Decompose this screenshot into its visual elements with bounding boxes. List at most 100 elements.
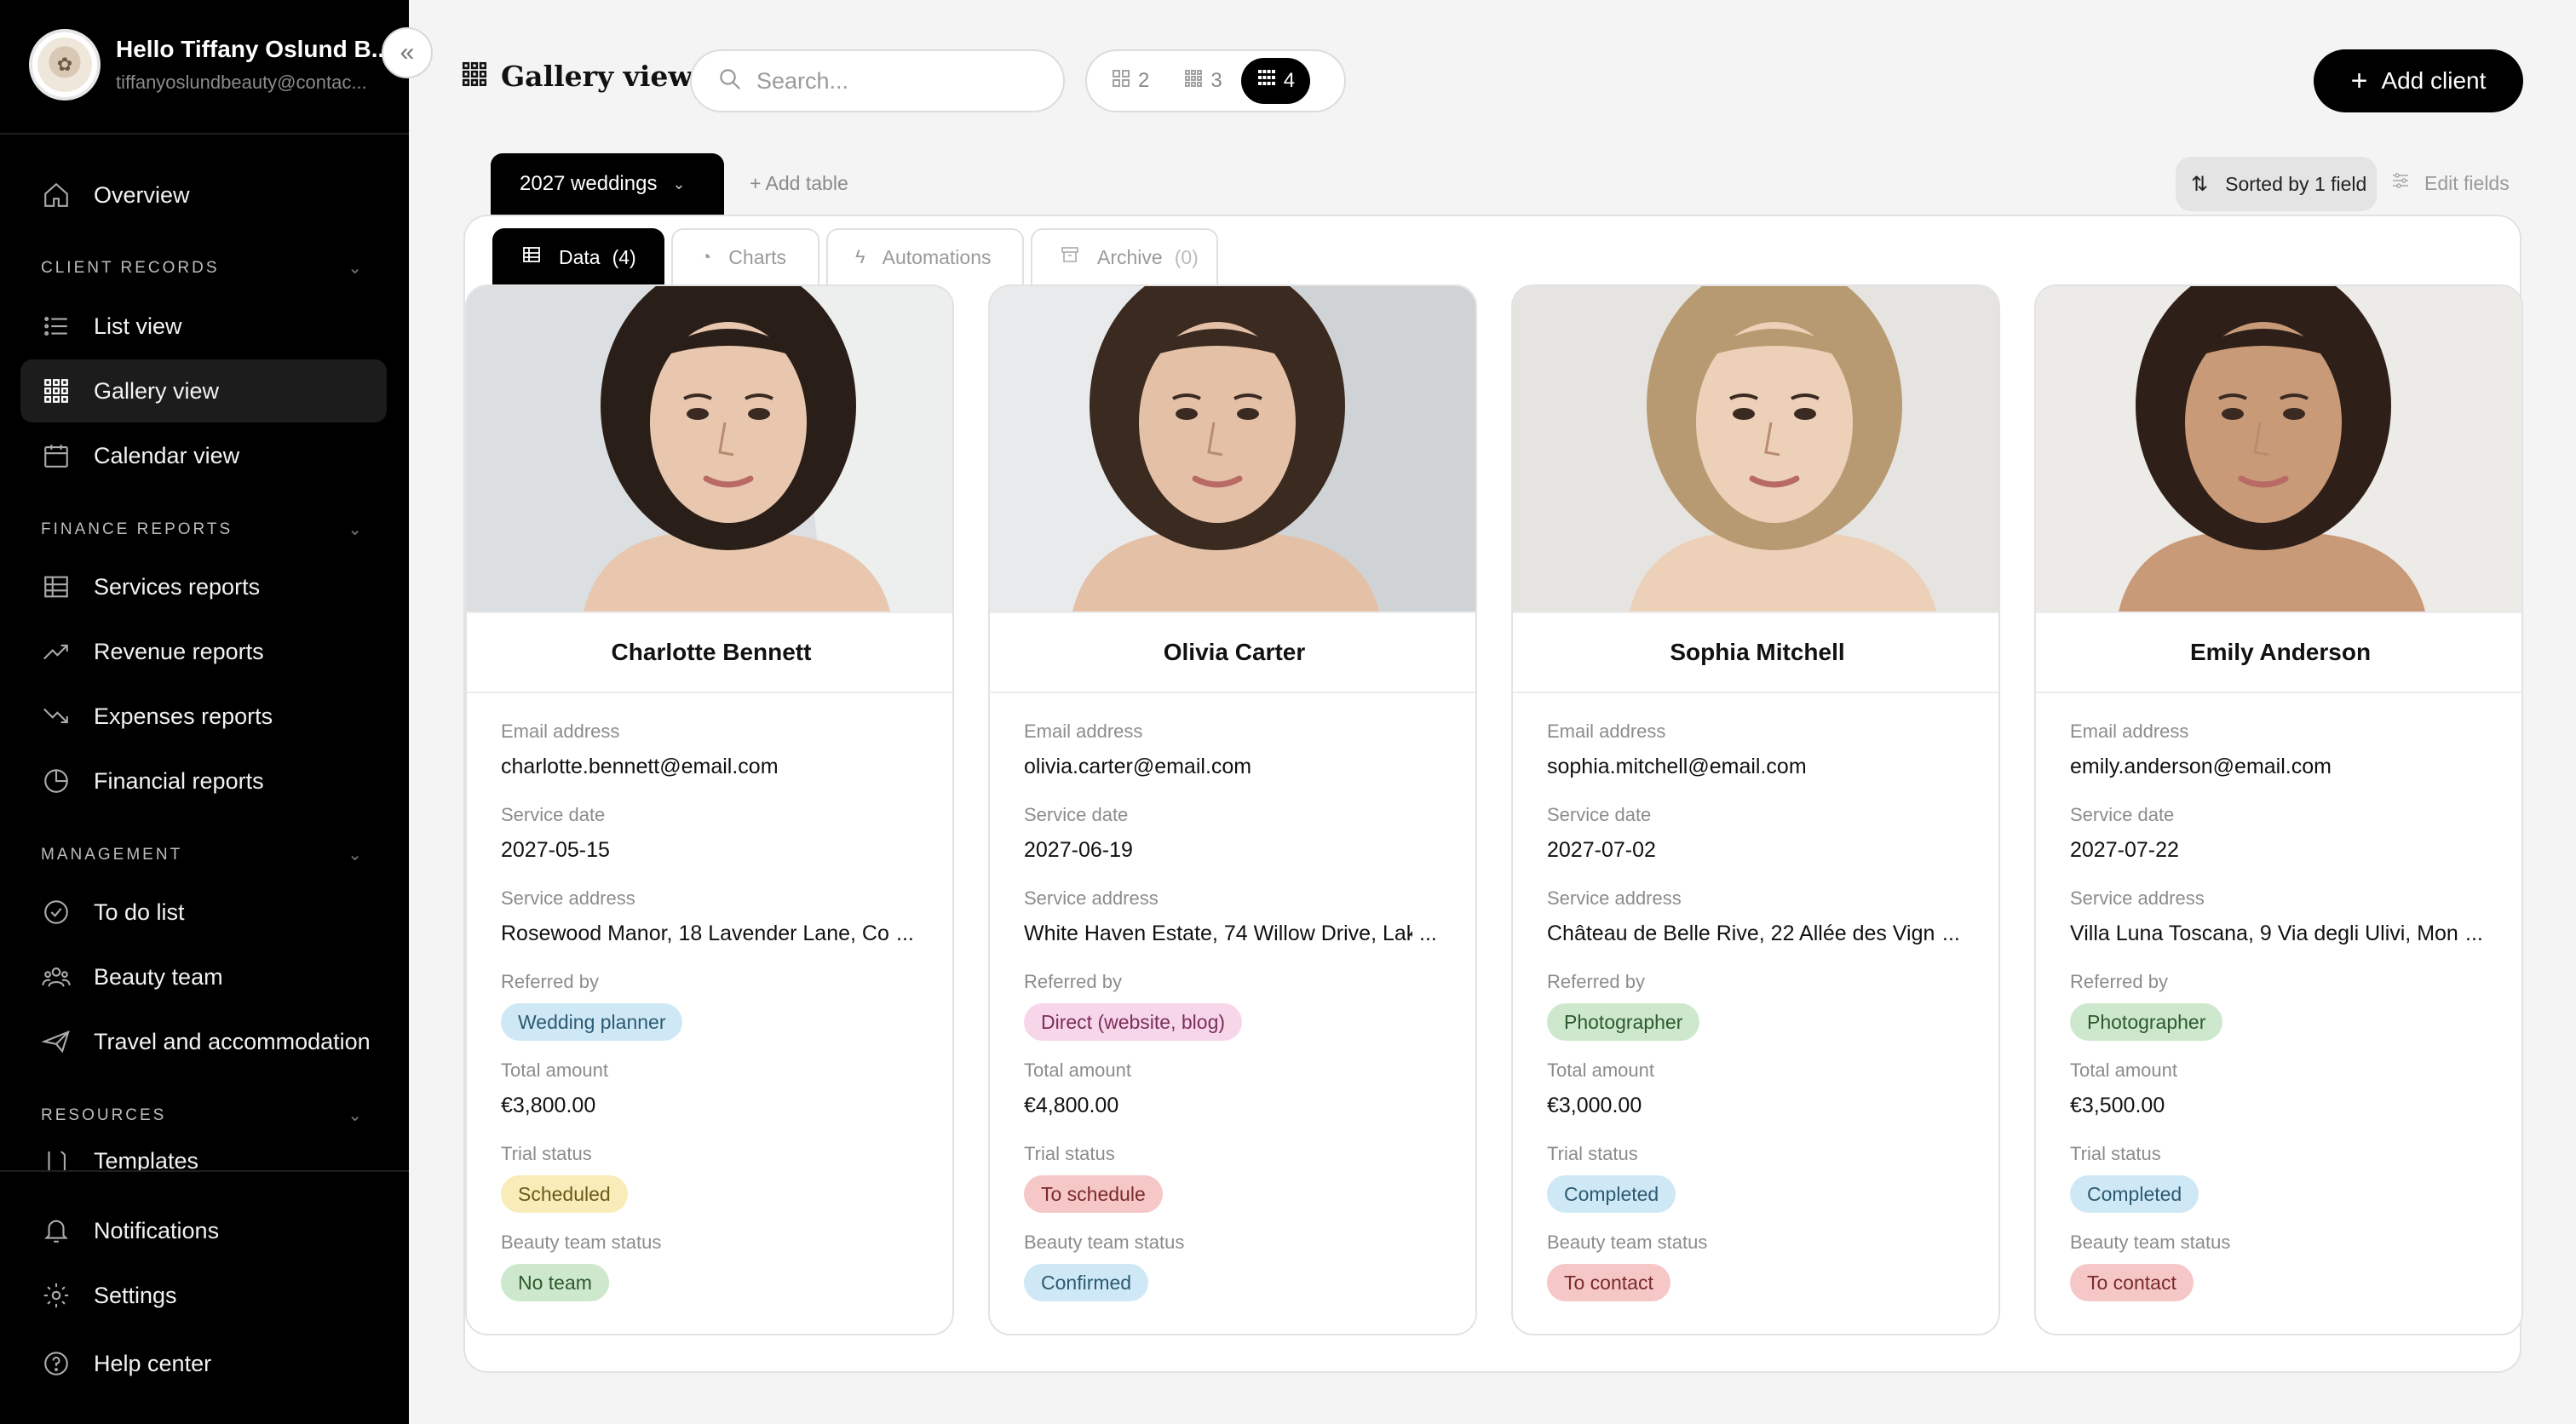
client-photo (990, 286, 1475, 612)
address-text: White Haven Estate, 74 Willow Drive, Lak (1024, 922, 1412, 945)
tab-charts[interactable]: ◔ Charts (671, 228, 819, 284)
tab-archive[interactable]: Archive (0) (1031, 228, 1218, 284)
client-photo (2036, 286, 2521, 612)
profile[interactable]: ✿ Hello Tiffany Oslund B... tiffanyoslun… (29, 29, 391, 102)
divider (0, 133, 409, 135)
tab-data[interactable]: Data (4) (492, 228, 664, 284)
sidebar: ✿ Hello Tiffany Oslund B... tiffanyoslun… (0, 0, 409, 1424)
double-chevron-left-icon: « (400, 38, 415, 66)
field-label: Total amount (501, 1059, 608, 1081)
nav-label: Help center (94, 1350, 212, 1376)
chevron-down-icon: ⌄ (672, 175, 686, 192)
tab-automations[interactable]: ϟ Automations (826, 228, 1024, 284)
section-label: FINANCE REPORTS (41, 520, 233, 538)
nav-item-services-reports[interactable]: Services reports (20, 555, 387, 618)
field-label: Referred by (1547, 971, 1645, 992)
field-label: Trial status (501, 1143, 592, 1164)
client-card[interactable]: Sophia Mitchell Email address sophia.mit… (1511, 284, 2000, 1335)
field-label: Email address (1024, 721, 1143, 742)
columns-2-option[interactable]: 2 (1095, 58, 1164, 104)
chevron-down-icon: ⌄ (348, 259, 365, 278)
page-header: Gallery view (460, 60, 693, 93)
nav-item-gallery-view[interactable]: Gallery view (20, 359, 387, 422)
field-value: emily.anderson@email.com (2070, 755, 2332, 778)
add-table-button[interactable]: + Add table (750, 172, 848, 195)
email-field: Email address emily.anderson@email.com (2070, 721, 2496, 804)
chevron-down-icon: ⌄ (348, 1106, 365, 1125)
nav-item-settings[interactable]: Settings (20, 1264, 387, 1327)
address-text: Rosewood Manor, 18 Lavender Lane, Cots (501, 922, 889, 945)
field-value: 2027-06-19 (1024, 838, 1133, 862)
field-label: Trial status (2070, 1143, 2161, 1164)
tab-count: (4) (612, 245, 636, 268)
nav-label: Notifications (94, 1217, 220, 1243)
field-label: Beauty team status (1547, 1232, 1708, 1253)
plus-icon: + (2350, 64, 2368, 97)
referred-by-field: Referred by Photographer (2070, 971, 2496, 1059)
nav-item-templates[interactable]: Templates (20, 1151, 387, 1170)
field-label: Service date (2070, 804, 2175, 825)
card-fields: Email address olivia.carter@email.com Se… (1024, 721, 1450, 1320)
page-title: Gallery view (501, 60, 693, 93)
client-card[interactable]: Emily Anderson Email address emily.ander… (2034, 284, 2523, 1335)
card-fields: Email address charlotte.bennett@email.co… (501, 721, 927, 1320)
total-amount-field: Total amount €3,800.00 (501, 1059, 927, 1143)
field-label: Total amount (1547, 1059, 1654, 1081)
edit-fields-button[interactable]: Edit fields (2390, 170, 2510, 197)
profile-name: Hello Tiffany Oslund B... (116, 36, 392, 62)
nav-label: Financial reports (94, 767, 264, 794)
client-card[interactable]: Olivia Carter Email address olivia.carte… (988, 284, 1477, 1335)
client-card[interactable]: Charlotte Bennett Email address charlott… (465, 284, 954, 1335)
field-value: Villa Luna Toscana, 9 Via degli Ulivi, M… (2070, 922, 2496, 950)
trial-status-tag: Scheduled (501, 1175, 628, 1213)
section-management[interactable]: MANAGEMENT ⌄ (41, 844, 365, 865)
field-label: Referred by (501, 971, 599, 992)
field-label: Beauty team status (1024, 1232, 1185, 1253)
columns-3-option[interactable]: 3 (1168, 58, 1237, 104)
section-resources[interactable]: RESOURCES ⌄ (41, 1105, 365, 1126)
sort-button[interactable]: ⇅ Sorted by 1 field (2176, 157, 2377, 211)
nav-item-notifications[interactable]: Notifications (20, 1199, 387, 1262)
tab-label: Data (559, 245, 601, 268)
gear-icon (41, 1280, 72, 1311)
address-text: Villa Luna Toscana, 9 Via degli Ulivi, M… (2070, 922, 2458, 945)
field-label: Total amount (2070, 1059, 2177, 1081)
table-tab-2027-weddings[interactable]: 2027 weddings ⌄ (491, 153, 724, 215)
field-value: €3,000.00 (1547, 1094, 1642, 1117)
field-label: Service address (1024, 887, 1159, 909)
nav-item-expenses-reports[interactable]: Expenses reports (20, 685, 387, 748)
nav-item-calendar-view[interactable]: Calendar view (20, 424, 387, 487)
nav-item-to-do-list[interactable]: To do list (20, 881, 387, 944)
email-field: Email address charlotte.bennett@email.co… (501, 721, 927, 804)
nav-item-financial-reports[interactable]: Financial reports (20, 749, 387, 812)
referred-by-field: Referred by Photographer (1547, 971, 1973, 1059)
team-status-field: Beauty team status To contact (1547, 1232, 1973, 1320)
field-value: charlotte.bennett@email.com (501, 755, 779, 778)
section-label: RESOURCES (41, 1105, 167, 1124)
tab-label: Charts (728, 245, 787, 268)
field-value: White Haven Estate, 74 Willow Drive, Lak… (1024, 922, 1450, 950)
nav-item-overview[interactable]: Overview (20, 164, 387, 227)
section-finance-reports[interactable]: FINANCE REPORTS ⌄ (41, 519, 365, 540)
nav-item-travel[interactable]: Travel and accommodation (20, 1010, 387, 1073)
field-label: Trial status (1024, 1143, 1115, 1164)
nav-item-beauty-team[interactable]: Beauty team (20, 945, 387, 1008)
nav-item-help-center[interactable]: Help center (20, 1332, 387, 1395)
search-input[interactable]: Search... (690, 49, 1065, 112)
search-placeholder: Search... (756, 67, 849, 94)
field-label: Service date (1547, 804, 1652, 825)
chevron-down-icon: ⌄ (348, 520, 365, 539)
collapse-sidebar-button[interactable]: « (382, 27, 433, 78)
nav-item-list-view[interactable]: List view (20, 295, 387, 358)
section-client-records[interactable]: CLIENT RECORDS ⌄ (41, 257, 365, 278)
field-label: Email address (2070, 721, 2189, 742)
nav-label: Beauty team (94, 963, 223, 990)
referral-tag: Direct (website, blog) (1024, 1003, 1243, 1041)
add-client-button[interactable]: + Add client (2314, 49, 2523, 112)
columns-4-option[interactable]: 4 (1240, 58, 1311, 104)
profile-email: tiffanyoslundbeauty@contac... (116, 72, 367, 93)
team-status-field: Beauty team status Confirmed (1024, 1232, 1450, 1320)
grid-icon (41, 376, 72, 406)
nav-item-revenue-reports[interactable]: Revenue reports (20, 620, 387, 683)
column-count-toggle: 2 3 4 (1085, 49, 1346, 112)
